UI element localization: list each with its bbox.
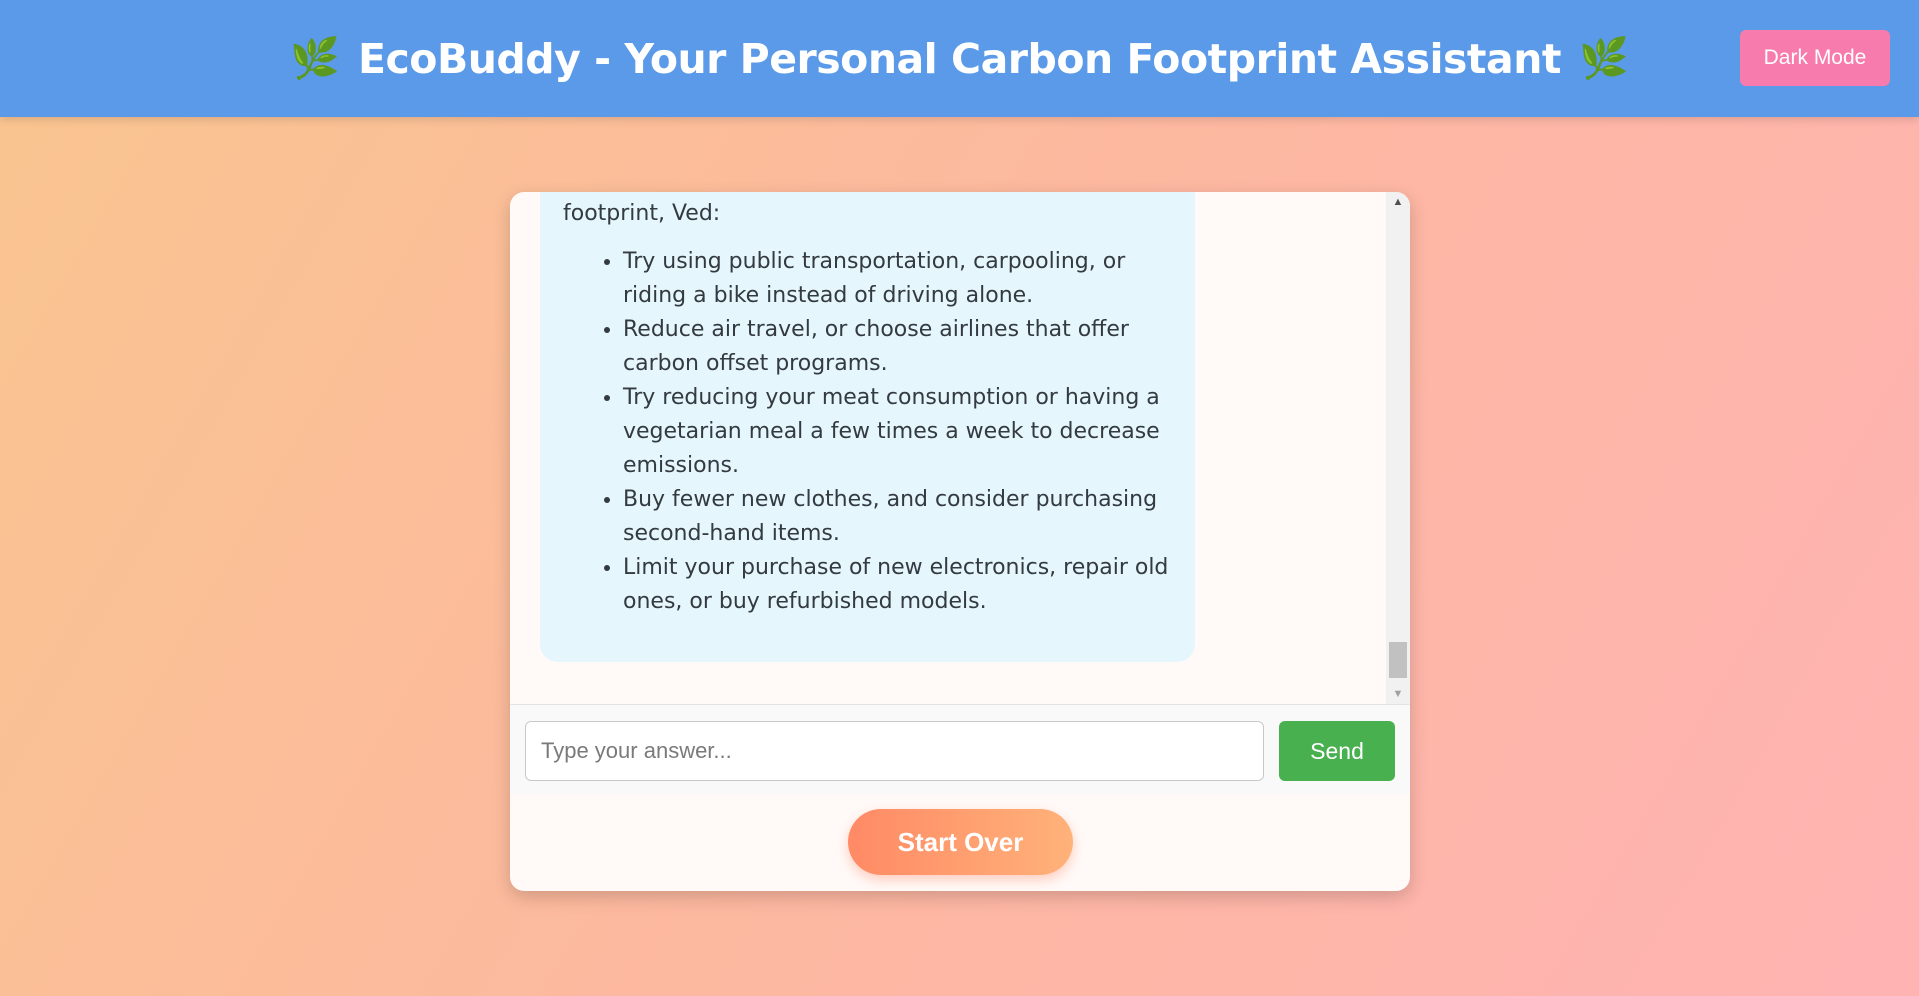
scroll-down-arrow-icon[interactable]: ▼: [1386, 684, 1410, 704]
tip-item: Reduce air travel, or choose airlines th…: [623, 313, 1169, 381]
scroll-up-arrow-icon[interactable]: ▲: [1386, 192, 1410, 212]
answer-input[interactable]: [525, 721, 1264, 781]
title-wrap: 🌿 EcoBuddy - Your Personal Carbon Footpr…: [290, 35, 1629, 83]
tip-item: Try using public transportation, carpool…: [623, 245, 1169, 313]
tip-item: Limit your purchase of new electronics, …: [623, 551, 1169, 619]
input-row: Send: [510, 704, 1410, 794]
page-title: EcoBuddy - Your Personal Carbon Footprin…: [358, 34, 1561, 83]
chat-card: footprint, Ved: Try using public transpo…: [510, 192, 1410, 891]
chat-scrollbar[interactable]: ▲ ▼: [1386, 192, 1410, 704]
tips-list: Try using public transportation, carpool…: [563, 245, 1169, 619]
tip-item: Buy fewer new clothes, and consider purc…: [623, 483, 1169, 551]
leaf-icon: 🌿: [1578, 36, 1629, 81]
tip-item: Try reducing your meat consumption or ha…: [623, 381, 1169, 483]
message-intro: footprint, Ved:: [563, 201, 721, 226]
leaf-icon: 🌿: [290, 36, 340, 81]
scrollbar-thumb[interactable]: [1389, 642, 1407, 678]
bot-message-bubble: footprint, Ved: Try using public transpo…: [540, 192, 1195, 662]
dark-mode-button[interactable]: Dark Mode: [1740, 30, 1890, 86]
start-over-button[interactable]: Start Over: [848, 809, 1073, 875]
chat-messages[interactable]: footprint, Ved: Try using public transpo…: [510, 192, 1410, 704]
app-header: 🌿 EcoBuddy - Your Personal Carbon Footpr…: [0, 0, 1919, 117]
send-button[interactable]: Send: [1279, 721, 1395, 781]
